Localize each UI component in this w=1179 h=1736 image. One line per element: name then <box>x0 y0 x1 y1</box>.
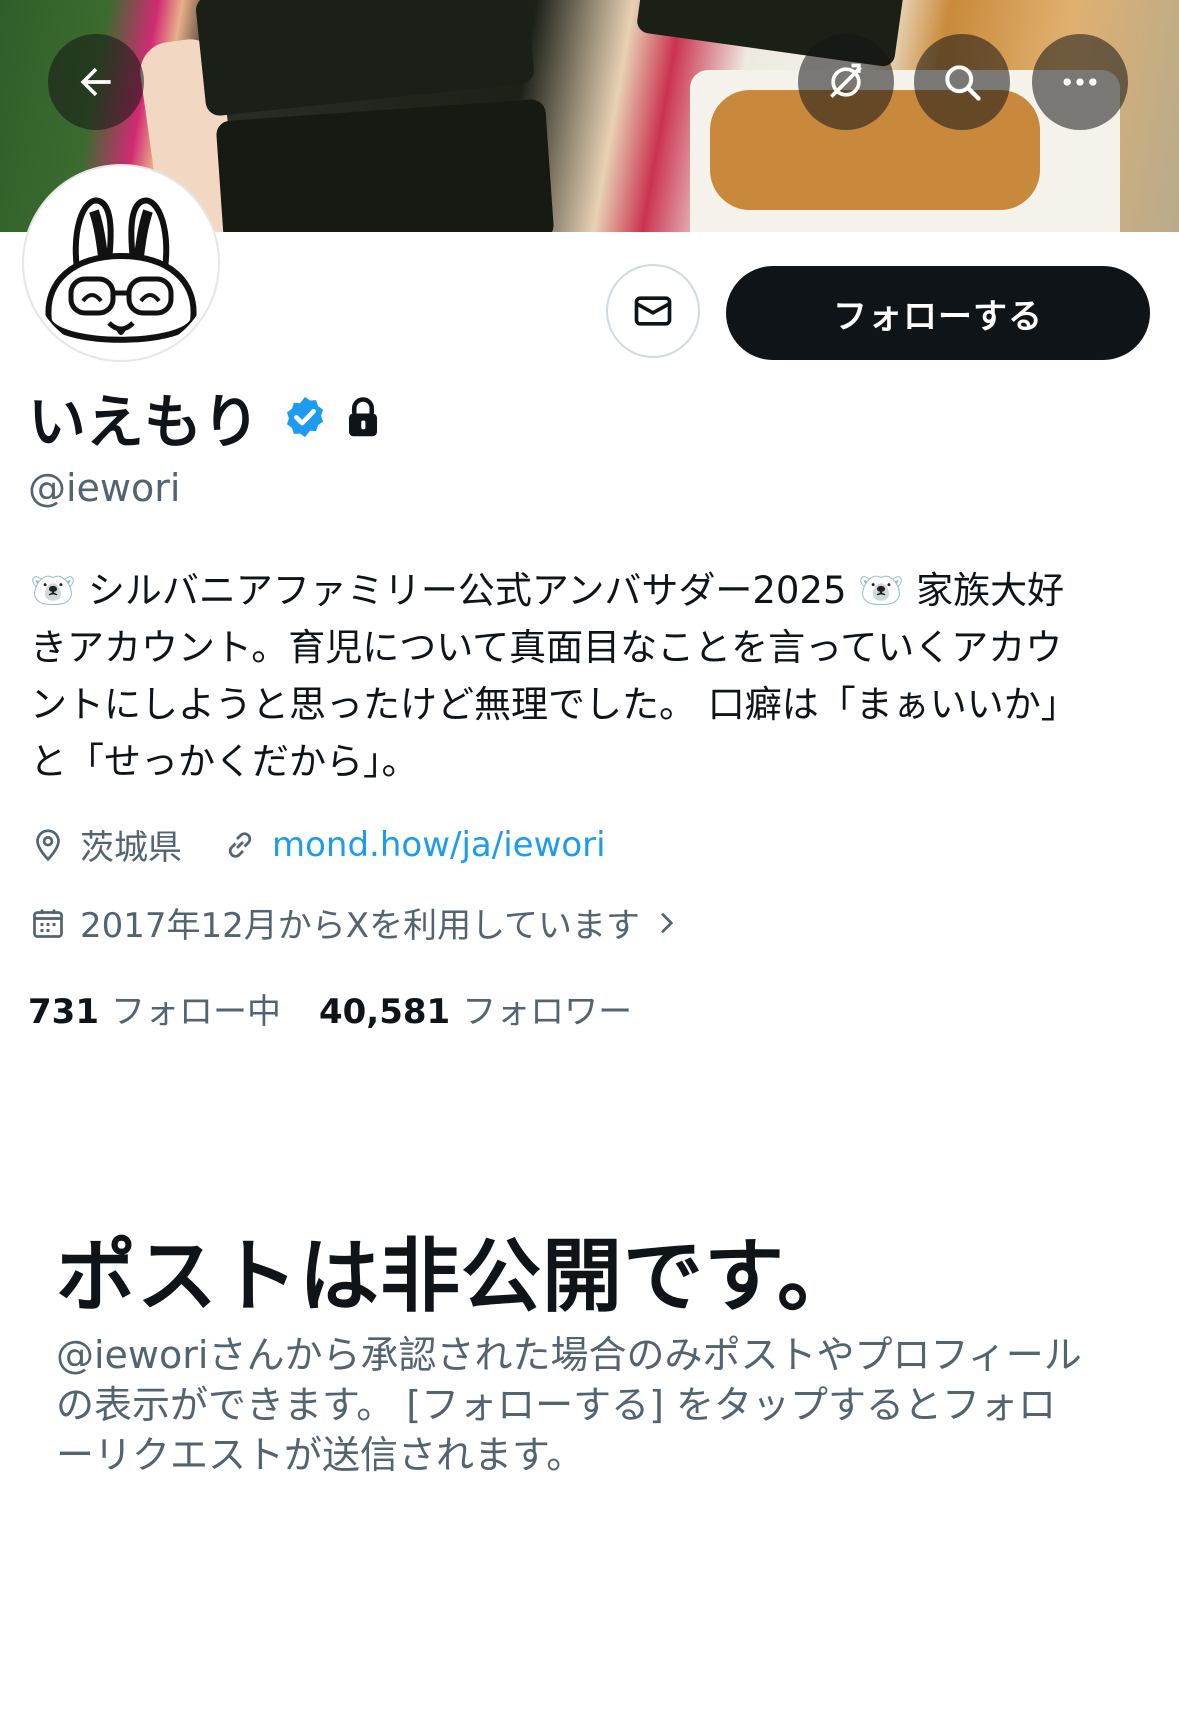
search-button[interactable] <box>914 34 1010 130</box>
location-text: 茨城県 <box>80 828 182 868</box>
private-posts-title: ポストは非公開です。 <box>56 1230 858 1323</box>
bio-line: きアカウント。育児について真面目なことを言っていくアカウ <box>30 626 1063 669</box>
bio-line: ントにしようと思ったけど無理でした。 口癖は「まぁいいか」 <box>30 683 1078 726</box>
joined-row[interactable]: 2017年12月からXを利用しています <box>30 898 682 947</box>
translate-button[interactable] <box>798 34 894 130</box>
followers-label[interactable]: フォロワー <box>462 984 632 1033</box>
website-link[interactable]: mond.how/ja/iewori <box>272 825 606 865</box>
lock-icon <box>349 397 378 437</box>
chevron-right-icon <box>661 912 674 933</box>
message-button[interactable] <box>606 264 700 358</box>
private-desc-line: ーリクエストが送信されます。 <box>56 1433 585 1477</box>
private-desc-line: の表示ができます。 [フォローする] をタップするとフォロ <box>56 1383 1057 1427</box>
verified-badge-icon[interactable] <box>282 394 328 440</box>
search-icon <box>945 65 981 101</box>
more-icon <box>1063 78 1097 86</box>
private-posts-description: @ieworiさんから承認された場合のみポストやプロフィール の表示ができます。… <box>56 1330 1136 1480</box>
more-button[interactable] <box>1032 34 1128 130</box>
bio: 🐻‍❄️ シルバニアファミリー公式アンバサダー2025 🐻‍❄️ 家族大好 きア… <box>30 562 1160 790</box>
profile-meta: 茨城県 mond.how/ja/iewori <box>30 820 606 869</box>
joined-text: 2017年12月からXを利用しています <box>80 906 641 946</box>
followers-count[interactable]: 40,581 <box>319 992 450 1032</box>
arrow-left-icon <box>80 67 111 97</box>
display-name: いえもり <box>28 388 261 456</box>
name-row: いえもり <box>28 382 382 456</box>
private-desc-line: @ieworiさんから承認された場合のみポストやプロフィール <box>56 1333 1082 1377</box>
translate-off-icon <box>830 63 862 98</box>
back-button[interactable] <box>48 34 144 130</box>
calendar-icon <box>33 909 63 938</box>
banner-nori <box>194 0 536 117</box>
bio-line: と「せっかくだから」。 <box>30 740 419 783</box>
following-count[interactable]: 731 <box>28 992 99 1032</box>
rabbit-avatar-illustration <box>45 197 197 343</box>
link-icon <box>228 831 252 858</box>
follow-button[interactable]: フォローする <box>726 266 1150 360</box>
following-label[interactable]: フォロー中 <box>111 984 281 1033</box>
banner-nori <box>215 98 555 232</box>
location-pin-icon <box>36 828 60 861</box>
handle: @iewori <box>28 466 181 510</box>
follow-counts: 731 フォロー中 40,581 フォロワー <box>28 984 632 1033</box>
bio-line: 🐻‍❄️ シルバニアファミリー公式アンバサダー2025 🐻‍❄️ 家族大好 <box>30 569 1065 612</box>
avatar[interactable] <box>24 166 218 360</box>
envelope-icon <box>634 296 672 326</box>
